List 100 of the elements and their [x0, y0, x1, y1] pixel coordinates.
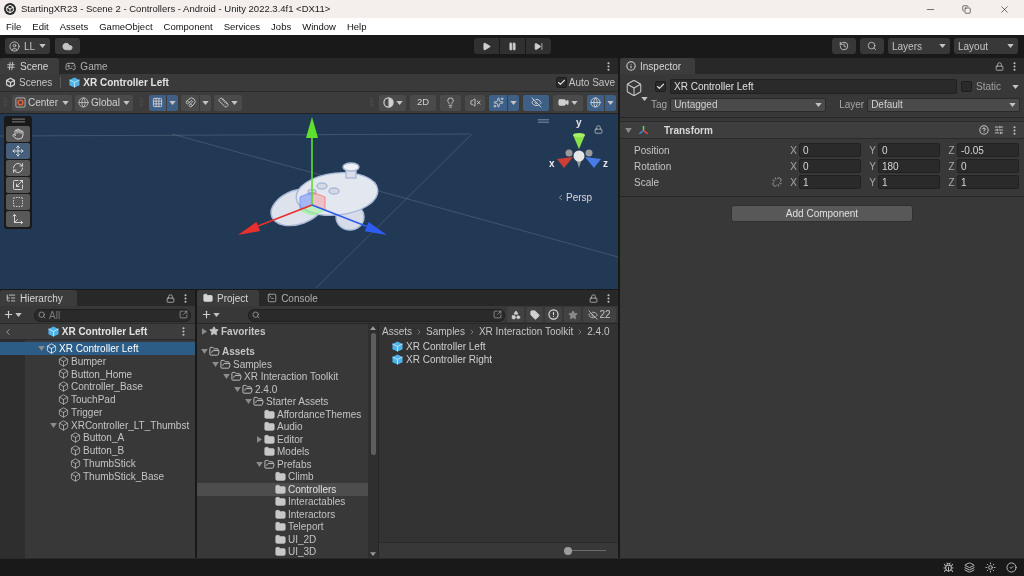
pause-button[interactable]	[499, 38, 525, 54]
panel-tab[interactable]: Console	[261, 290, 329, 306]
shading-dropdown[interactable]	[379, 94, 406, 111]
caret-down-icon[interactable]	[211, 361, 219, 367]
tree-item[interactable]: Controllers	[197, 483, 368, 496]
layers-dropdown[interactable]: Layers	[888, 38, 950, 54]
tool-button[interactable]	[6, 143, 30, 159]
breadcrumb-link[interactable]: Scenes	[5, 75, 53, 90]
tree-item[interactable]: 2.4.0	[197, 383, 368, 396]
tree-item[interactable]: Button_B	[0, 444, 195, 458]
tree-item[interactable]: TouchPad	[0, 393, 195, 406]
number-field[interactable]: 0	[878, 143, 940, 157]
history-button[interactable]	[832, 38, 856, 54]
panel-tab[interactable]: Project	[197, 290, 260, 306]
slider-track[interactable]	[564, 546, 606, 555]
camera-dropdown[interactable]	[553, 94, 583, 111]
caret-down-icon[interactable]	[200, 349, 208, 355]
projection-label[interactable]: Persp	[566, 190, 593, 205]
dropdown-arrow-button[interactable]	[605, 94, 616, 111]
tree-item[interactable]: Controller_Base	[0, 380, 195, 394]
asset-item[interactable]: XR Controller Right	[379, 353, 618, 366]
slider-thumb[interactable]	[564, 546, 572, 555]
menu-item[interactable]: Jobs	[266, 18, 297, 35]
caret-down-icon[interactable]	[233, 386, 241, 392]
dropdown-arrow-button[interactable]	[508, 94, 519, 111]
tool-button[interactable]	[6, 160, 30, 176]
tree-item[interactable]: Interactables	[197, 495, 368, 508]
popout-icon[interactable]	[179, 310, 188, 319]
tree-item[interactable]: Audio	[197, 420, 368, 433]
grid-snap-button[interactable]	[149, 94, 166, 111]
unlink-icon[interactable]	[772, 177, 782, 187]
tree-item[interactable]: XR Interaction Toolkit	[197, 370, 368, 383]
tree-item[interactable]: Trigger	[0, 406, 195, 419]
z-axis-cone[interactable]	[585, 157, 601, 168]
lock-icon[interactable]	[995, 61, 1004, 71]
x-axis-arrow[interactable]	[238, 204, 313, 235]
z-axis-arrow[interactable]	[311, 204, 387, 235]
tree-item[interactable]: Starter Assets	[197, 395, 368, 408]
step-button[interactable]	[525, 38, 551, 54]
caret-down-icon[interactable]	[222, 374, 230, 380]
add-component-button[interactable]: Add Component	[731, 205, 913, 222]
type-filter-button[interactable]	[507, 307, 524, 322]
orientation-gizmo[interactable]	[557, 133, 601, 168]
tool-button[interactable]	[6, 194, 30, 210]
panel-tab[interactable]: Game	[59, 58, 119, 74]
layers-icon[interactable]	[964, 562, 975, 573]
caret-down-icon[interactable]	[624, 127, 632, 133]
tree-item[interactable]: AffordanceThemes	[197, 408, 368, 421]
number-field[interactable]: 0	[957, 159, 1019, 173]
tree-item[interactable]: Button_A	[0, 431, 195, 445]
tree-item[interactable]: XRController_LT_Thumbst	[0, 418, 195, 432]
tree-item[interactable]: Assets	[197, 345, 368, 358]
tree-item[interactable]: Editor	[197, 433, 368, 446]
menu-item[interactable]: Services	[218, 18, 266, 35]
number-field[interactable]: 0	[799, 143, 861, 157]
tree-item[interactable]: Models	[197, 445, 368, 458]
menu-item[interactable]: Assets	[54, 18, 94, 35]
tree-item[interactable]: UI_2D	[197, 533, 368, 546]
tree-item[interactable]: Climb	[197, 470, 368, 483]
tree-item[interactable]: Prefabs	[197, 458, 368, 471]
favorite-button[interactable]	[564, 307, 581, 322]
check-circle-icon[interactable]	[1006, 562, 1017, 573]
lock-icon[interactable]	[166, 293, 175, 303]
lock-icon[interactable]	[594, 125, 603, 134]
layer-dropdown[interactable]: Default	[867, 97, 1020, 112]
number-field[interactable]: 1	[957, 175, 1019, 189]
dropdown-arrow-button[interactable]	[167, 94, 178, 111]
checkbox[interactable]	[555, 77, 567, 88]
gizmos-toggle[interactable]	[587, 94, 604, 111]
log-filter-button[interactable]	[545, 307, 562, 322]
x-axis-cone[interactable]	[557, 157, 573, 168]
breadcrumb-link[interactable]: XR Interaction Toolkit	[478, 324, 574, 339]
mode-toggle[interactable]: 2D	[410, 94, 436, 111]
caret-right-icon[interactable]	[256, 435, 262, 443]
tree-item[interactable]: Button_Home	[0, 367, 195, 381]
number-field[interactable]: 0	[799, 159, 861, 173]
y-axis-cone[interactable]	[573, 133, 585, 149]
y-axis-arrow[interactable]	[306, 117, 318, 206]
number-field[interactable]: 180	[878, 159, 940, 173]
component-header[interactable]: Transform	[620, 121, 1024, 139]
panel-tab[interactable]: Scene	[0, 58, 60, 74]
tree-item[interactable]: Interactors	[197, 508, 368, 521]
tree-item[interactable]: UI_3D	[197, 545, 368, 558]
name-field[interactable]: XR Controller Left	[670, 79, 957, 94]
sun-icon[interactable]	[985, 562, 996, 573]
visibility-toggle[interactable]	[523, 94, 549, 111]
pivot-dropdown[interactable]: Center	[12, 94, 72, 111]
tree-item[interactable]: XR Controller Left	[0, 342, 195, 355]
menu-item[interactable]: Help	[341, 18, 372, 35]
caret-down-icon[interactable]	[244, 399, 252, 405]
add-dropdown[interactable]	[3, 309, 22, 320]
dropdown-arrow-button[interactable]	[200, 94, 211, 111]
tree-item[interactable]: Bumper	[0, 354, 195, 368]
breadcrumb-link[interactable]: Samples	[426, 324, 465, 339]
tag-dropdown[interactable]: Untagged	[670, 97, 827, 112]
number-field[interactable]: -0.05	[957, 143, 1019, 157]
caret-down-icon[interactable]	[49, 422, 57, 428]
menu-item[interactable]: Window	[297, 18, 341, 35]
snap-button[interactable]	[181, 94, 199, 111]
back-icon[interactable]	[3, 326, 13, 337]
